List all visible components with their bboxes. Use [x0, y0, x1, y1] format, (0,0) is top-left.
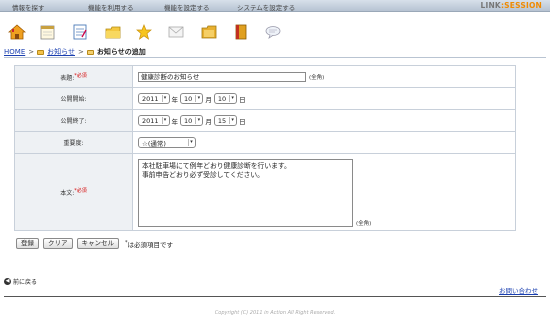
mail-icon[interactable]: [166, 22, 186, 42]
publish-end-value-cell: 2011 ▾ 年 10 ▾ 月 15 ▾ 日: [132, 109, 516, 132]
publish-start-year-value: 2011: [142, 94, 159, 103]
back-link[interactable]: ◀ 前に戻る: [4, 277, 37, 286]
publish-start-month-select[interactable]: 10 ▾: [180, 93, 204, 104]
document-folder-icon[interactable]: [199, 22, 219, 42]
importance-value-cell: ☆(通常) ▾: [132, 131, 516, 154]
notepad-icon[interactable]: [70, 22, 90, 42]
logo-prefix: LINK: [480, 1, 501, 10]
notice-form: 表題:*必須 健康診断のお知らせ (全角) 公開開始: 2011 ▾ 年 10 ▾ 月 10 ▾…: [14, 65, 516, 231]
body-label: 本文:: [60, 190, 75, 197]
breadcrumb-separator: >: [28, 48, 35, 56]
chevron-down-icon: ▾: [229, 117, 235, 124]
breadcrumb-home[interactable]: HOME: [4, 48, 25, 56]
book-icon[interactable]: [231, 22, 251, 42]
chevron-down-icon: ▾: [195, 95, 201, 102]
breadcrumb-separator: >: [78, 48, 84, 56]
publish-end-label-cell: 公開終了:: [14, 109, 133, 132]
publish-start-month-value: 10: [184, 94, 193, 103]
breadcrumb-notices[interactable]: お知らせ: [47, 47, 75, 57]
importance-value: ☆(通常): [142, 139, 166, 148]
breadcrumb-divider: [4, 57, 546, 58]
publish-end-month-select[interactable]: 10 ▾: [180, 115, 204, 126]
body-value-cell: 本社駐車場にて例年どおり健康診断を行います。 事前申告どおり必ず受診してください…: [132, 153, 516, 231]
title-hint: (全角): [309, 74, 325, 81]
publish-end-month-value: 10: [184, 116, 193, 125]
day-unit: 日: [239, 95, 246, 104]
icon-toolbar: [0, 16, 550, 46]
chevron-down-icon: ▾: [161, 95, 168, 102]
logo-suffix: SESSION: [504, 1, 542, 10]
title-label: 表題:: [60, 74, 75, 82]
title-label-cell: 表題:*必須: [14, 65, 133, 88]
nav-item-use-functions[interactable]: 機能を利用する: [88, 2, 134, 12]
chevron-down-icon: ▾: [188, 139, 194, 146]
publish-end-label: 公開終了:: [60, 118, 87, 125]
month-unit: 月: [205, 95, 212, 104]
publish-start-label-cell: 公開開始:: [14, 87, 133, 110]
calendar-icon[interactable]: [37, 22, 57, 42]
nav-item-configure-functions[interactable]: 機能を設定する: [164, 2, 210, 12]
year-unit: 年: [171, 95, 179, 104]
back-arrow-icon: ◀: [4, 278, 11, 285]
title-input[interactable]: 健康診断のお知らせ: [138, 71, 306, 82]
contact-link[interactable]: お問い合わせ: [499, 285, 538, 295]
cancel-button[interactable]: キャンセル: [76, 238, 119, 249]
publish-start-label: 公開開始:: [60, 96, 87, 103]
year-unit: 年: [171, 117, 179, 126]
title-required-mark: *必須: [74, 72, 87, 79]
chevron-down-icon: ▾: [161, 117, 168, 124]
publish-start-day-value: 10: [217, 94, 227, 103]
logo: LINK:SESSION: [480, 1, 542, 10]
copyright: Copyright (C) 2011 in Action All Right R…: [214, 310, 336, 316]
title-value-cell: 健康診断のお知らせ (全角): [132, 65, 516, 88]
nav-item-system-settings[interactable]: システムを設定する: [237, 2, 295, 12]
importance-select[interactable]: ☆(通常) ▾: [138, 137, 196, 148]
required-note: *は必須項目です: [125, 239, 174, 249]
breadcrumb: HOME > お知らせ > お知らせの追加: [4, 47, 146, 57]
breadcrumb-current: お知らせの追加: [96, 48, 146, 56]
month-unit: 月: [205, 117, 212, 126]
breadcrumb-current-icon: [86, 49, 94, 55]
body-hint: (全角): [356, 221, 372, 227]
publish-end-day-value: 15: [217, 116, 227, 125]
footer-divider: [4, 296, 546, 297]
publish-end-year-value: 2011: [142, 116, 159, 125]
day-unit: 日: [239, 117, 246, 126]
publish-start-value-cell: 2011 ▾ 年 10 ▾ 月 10 ▾ 日: [132, 87, 516, 110]
required-note-text: は必須項目です: [127, 240, 174, 249]
publish-start-year-select[interactable]: 2011 ▾: [138, 93, 170, 104]
importance-label: 重要度:: [63, 140, 84, 147]
register-button[interactable]: 登録: [16, 238, 39, 249]
home-icon[interactable]: [7, 22, 27, 42]
nav-item-search[interactable]: 情報を探す: [12, 2, 45, 12]
chat-icon[interactable]: [263, 22, 283, 42]
publish-end-year-select[interactable]: 2011 ▾: [138, 115, 170, 126]
star-icon[interactable]: [134, 22, 154, 42]
body-required-mark: *必須: [74, 188, 87, 194]
clear-button[interactable]: クリア: [43, 238, 73, 249]
chevron-down-icon: ▾: [195, 117, 201, 124]
importance-label-cell: 重要度:: [14, 131, 133, 154]
chevron-down-icon: ▾: [229, 95, 235, 102]
form-actions: 登録 クリア キャンセル *は必須項目です: [16, 238, 173, 249]
body-label-cell: 本文:*必須: [14, 153, 133, 231]
publish-start-day-select[interactable]: 10 ▾: [213, 93, 238, 104]
publish-end-day-select[interactable]: 15 ▾: [213, 115, 238, 126]
top-nav: 情報を探す 機能を利用する 機能を設定する システムを設定する LINK:SES…: [0, 0, 550, 12]
back-link-label: 前に戻る: [13, 279, 38, 286]
body-textarea[interactable]: 本社駐車場にて例年どおり健康診断を行います。 事前申告どおり必ず受診してください…: [138, 159, 353, 227]
folder-icon[interactable]: [103, 22, 123, 42]
breadcrumb-folder-icon: [37, 49, 45, 55]
